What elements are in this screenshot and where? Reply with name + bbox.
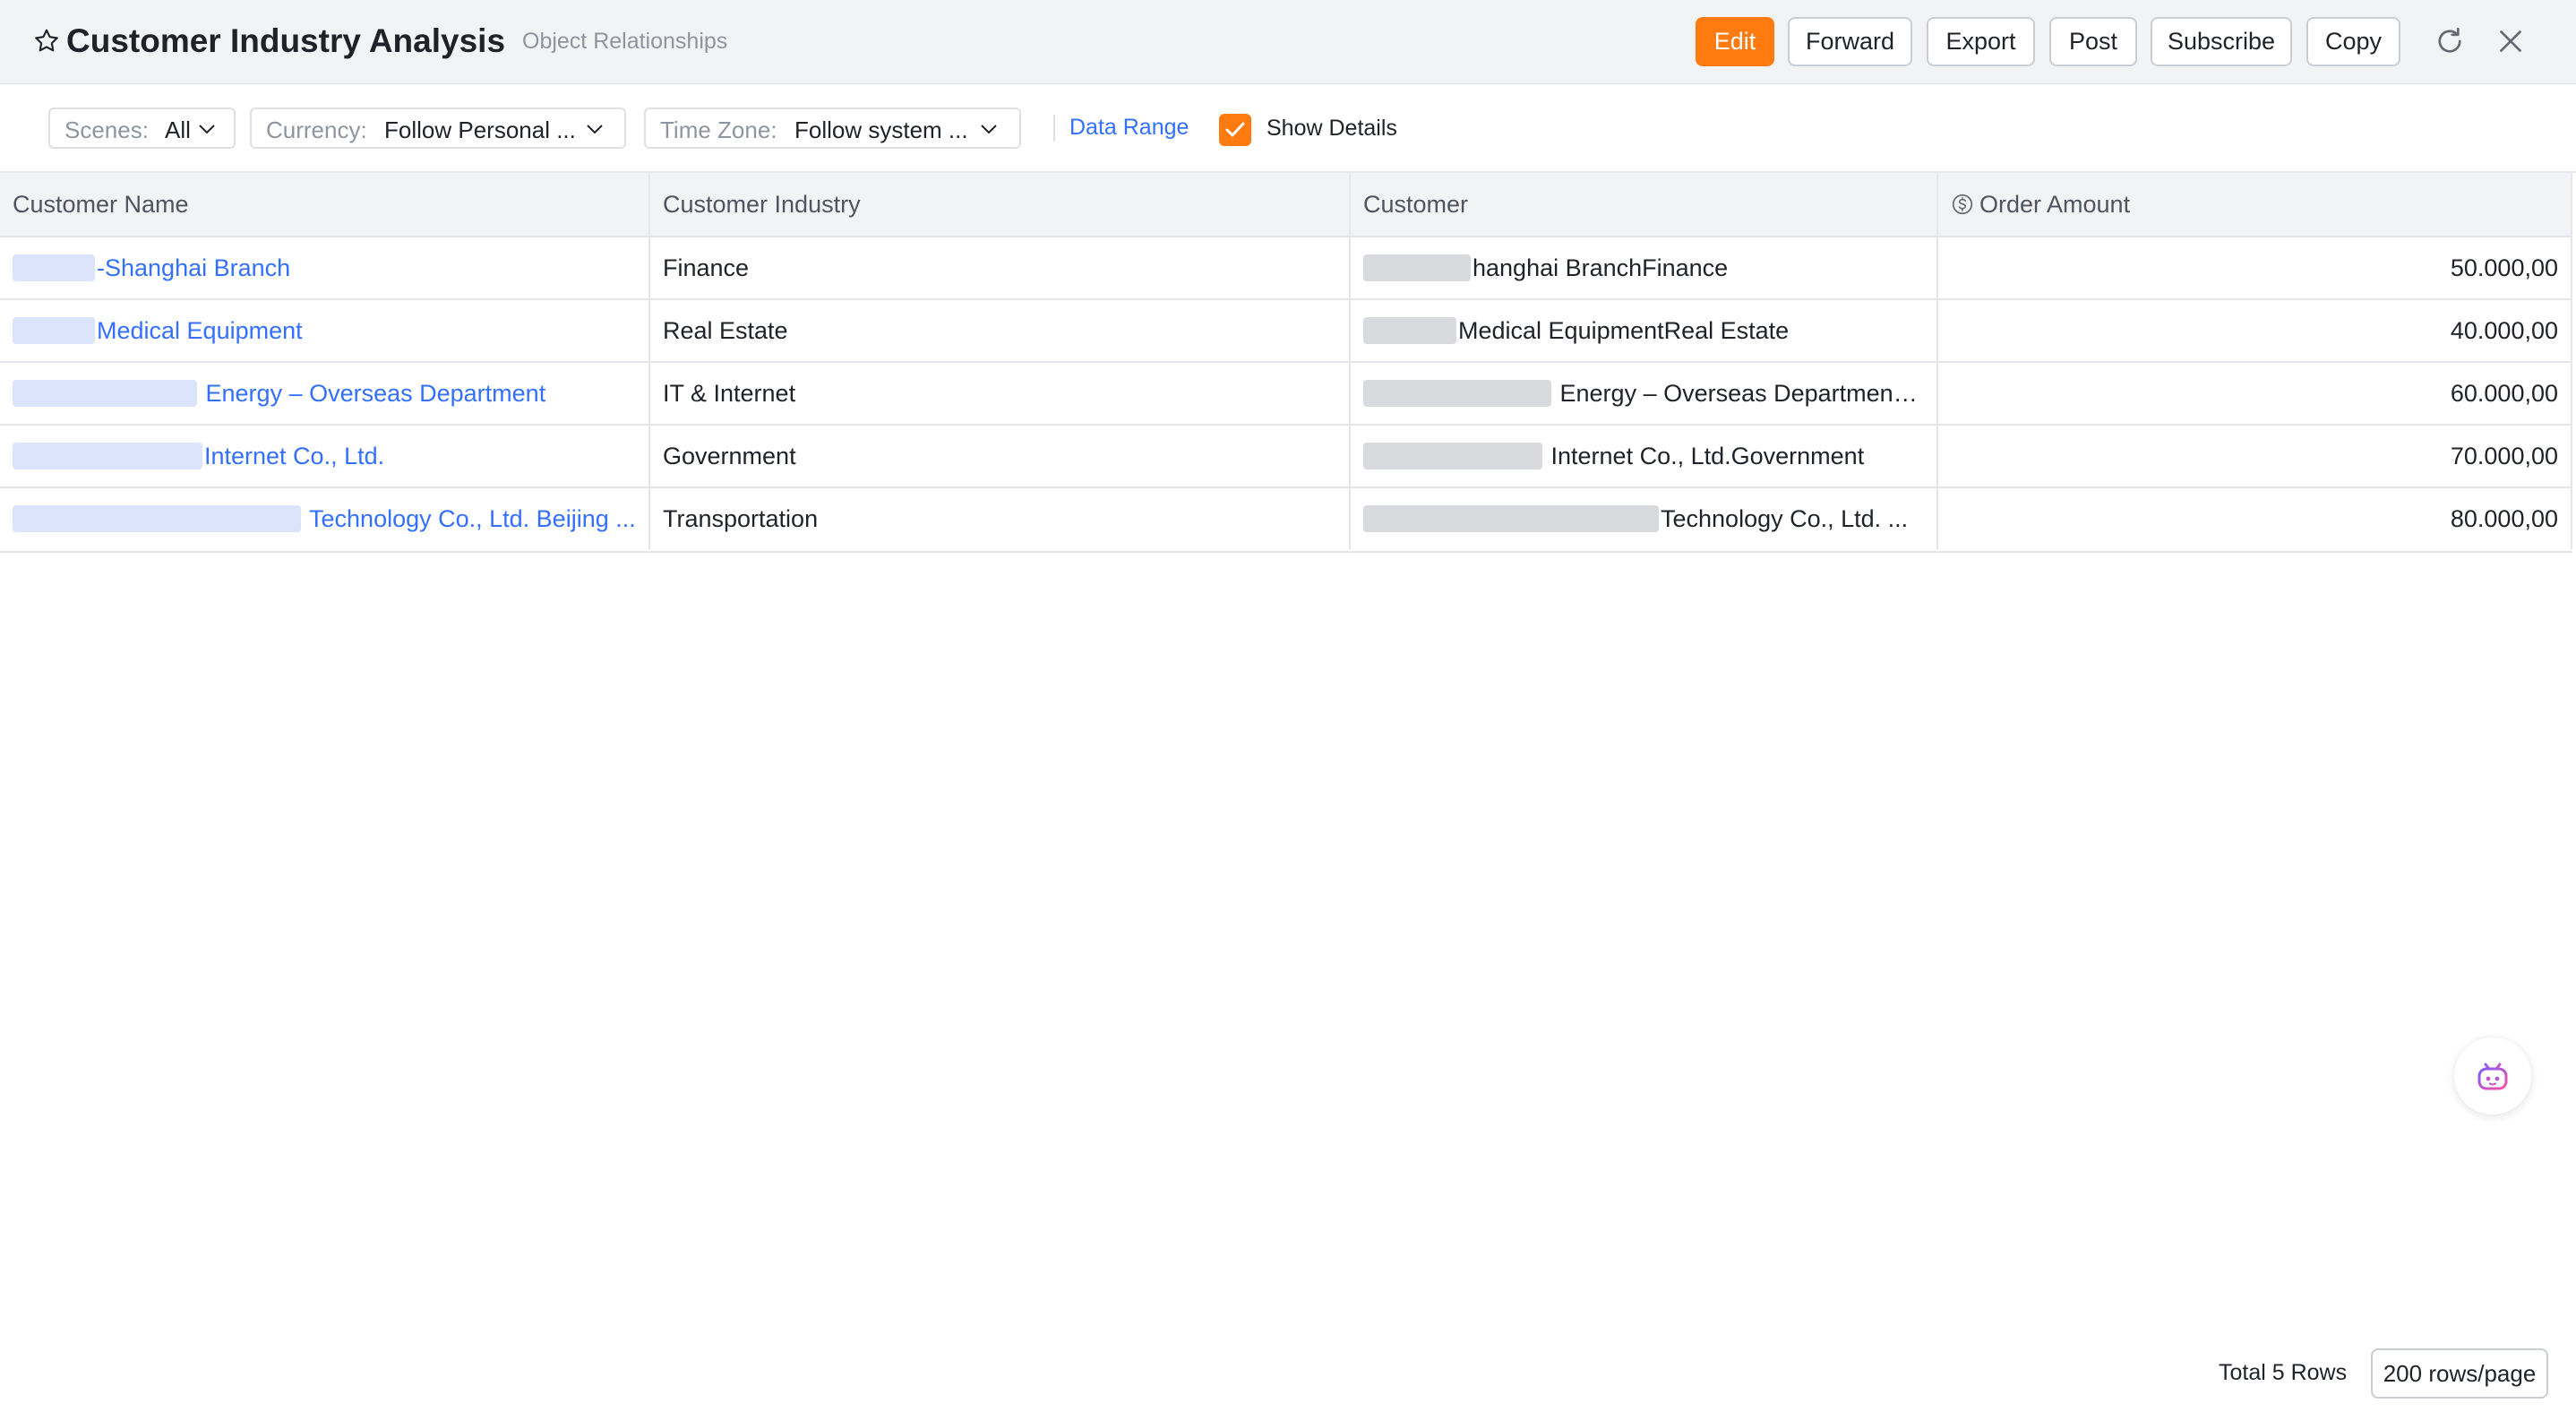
redacted-text	[1363, 254, 1471, 281]
customer-industry-cell: Finance	[650, 237, 1351, 298]
table-row: Energy – Overseas Department IT & Intern…	[0, 363, 2572, 426]
customer-name-link[interactable]: Medical Equipment	[0, 300, 650, 361]
customer-industry-cell: Government	[650, 426, 1351, 486]
show-details-label: Show Details	[1267, 116, 1397, 141]
redacted-text	[13, 505, 301, 532]
order-amount-cell: 80.000,00	[1938, 488, 2572, 549]
customer-industry-cell: IT & Internet	[650, 363, 1351, 424]
customer-industry-cell: Transportation	[650, 488, 1351, 549]
star-icon[interactable]	[32, 27, 61, 56]
chevron-down-icon	[199, 125, 215, 134]
post-button[interactable]: Post	[2049, 17, 2137, 66]
customer-name-link[interactable]: Technology Co., Ltd. Beijing ...	[0, 488, 650, 549]
check-icon	[1225, 122, 1245, 137]
forward-button[interactable]: Forward	[1788, 17, 1912, 66]
table-header: Customer Name Customer Industry Customer…	[0, 173, 2572, 237]
currency-label: Currency:	[266, 116, 367, 143]
export-button[interactable]: Export	[1927, 17, 2035, 66]
customer-industry-cell: Real Estate	[650, 300, 1351, 361]
customer-cell: Medical EquipmentReal Estate	[1351, 300, 1938, 361]
table-row: Technology Co., Ltd. Beijing ... Transpo…	[0, 488, 2572, 551]
customer-name-link[interactable]: -Shanghai Branch	[0, 237, 650, 298]
customer-name-link[interactable]: Energy – Overseas Department	[0, 363, 650, 424]
customer-cell: hanghai BranchFinance	[1351, 237, 1938, 298]
order-amount-cell: 60.000,00	[1938, 363, 2572, 424]
refresh-icon[interactable]	[2434, 25, 2466, 57]
customer-name-text: Technology Co., Ltd. Beijing ...	[309, 505, 636, 532]
chevron-down-icon	[587, 125, 603, 134]
column-header-customer[interactable]: Customer	[1351, 173, 1938, 236]
report-window: Customer Industry Analysis Object Relati…	[0, 0, 2576, 1412]
customer-text: hanghai BranchFinance	[1473, 254, 1729, 281]
customer-text: Medical EquipmentReal Estate	[1458, 317, 1790, 344]
close-icon[interactable]	[2494, 25, 2527, 57]
edit-button[interactable]: Edit	[1696, 17, 1774, 66]
scenes-value: All	[165, 116, 191, 143]
chevron-down-icon	[981, 125, 997, 134]
redacted-text	[1363, 505, 1659, 532]
ai-assistant-button[interactable]	[2454, 1037, 2531, 1115]
redacted-text	[1363, 317, 1456, 344]
redacted-text	[1363, 443, 1542, 469]
report-header: Customer Industry Analysis Object Relati…	[0, 0, 2576, 84]
table-row: -Shanghai Branch Finance hanghai BranchF…	[0, 237, 2572, 300]
column-header-order-amount[interactable]: Order Amount	[1938, 173, 2572, 236]
customer-name-text: Medical Equipment	[97, 317, 303, 344]
redacted-text	[13, 443, 202, 469]
time-zone-label: Time Zone:	[660, 116, 777, 143]
scenes-select[interactable]: Scenes: All	[48, 108, 236, 149]
show-details-checkbox[interactable]	[1219, 114, 1251, 146]
filter-divider	[1053, 115, 1055, 142]
table-row: Internet Co., Ltd. Government Internet C…	[0, 426, 2572, 488]
customer-name-text: Internet Co., Ltd.	[204, 443, 385, 469]
redacted-text	[13, 317, 95, 344]
page-title: Customer Industry Analysis	[66, 22, 506, 59]
redacted-text	[13, 380, 197, 407]
time-zone-value: Follow system ...	[794, 116, 968, 143]
currency-value: Follow Personal ...	[384, 116, 576, 143]
scenes-label: Scenes:	[64, 116, 149, 143]
time-zone-select[interactable]: Time Zone: Follow system ...	[644, 108, 1021, 149]
customer-name-link[interactable]: Internet Co., Ltd.	[0, 426, 650, 486]
redacted-text	[1363, 380, 1551, 407]
redacted-text	[13, 254, 95, 281]
customer-cell: Internet Co., Ltd.Government	[1351, 426, 1938, 486]
order-amount-cell: 40.000,00	[1938, 300, 2572, 361]
subscribe-button[interactable]: Subscribe	[2151, 17, 2292, 66]
customer-text: Energy – Overseas Department…	[1559, 380, 1925, 407]
column-header-customer-name[interactable]: Customer Name	[0, 173, 650, 236]
customer-cell: Energy – Overseas Department…	[1351, 363, 1938, 424]
customer-text: Technology Co., Ltd. ...	[1661, 505, 1909, 532]
column-header-customer-industry[interactable]: Customer Industry	[650, 173, 1351, 236]
data-range-link[interactable]: Data Range	[1069, 114, 1189, 141]
total-rows-label: Total 5 Rows	[2219, 1360, 2348, 1385]
object-relationships-label: Object Relationships	[522, 29, 728, 54]
customer-name-text: -Shanghai Branch	[97, 254, 291, 281]
order-amount-cell: 50.000,00	[1938, 237, 2572, 298]
report-table: Customer Name Customer Industry Customer…	[0, 173, 2572, 553]
currency-icon	[1952, 194, 1973, 215]
copy-button[interactable]: Copy	[2306, 17, 2400, 66]
customer-name-text: Energy – Overseas Department	[205, 380, 546, 407]
page-size-select[interactable]: 200 rows/page	[2371, 1348, 2548, 1399]
customer-text: Internet Co., Ltd.Government	[1550, 443, 1865, 469]
order-amount-label: Order Amount	[1979, 191, 2131, 218]
currency-select[interactable]: Currency: Follow Personal ...	[250, 108, 626, 149]
order-amount-cell: 70.000,00	[1938, 426, 2572, 486]
customer-cell: Technology Co., Ltd. ...	[1351, 488, 1938, 549]
table-row: Medical Equipment Real Estate Medical Eq…	[0, 300, 2572, 363]
robot-icon	[2477, 1063, 2508, 1090]
